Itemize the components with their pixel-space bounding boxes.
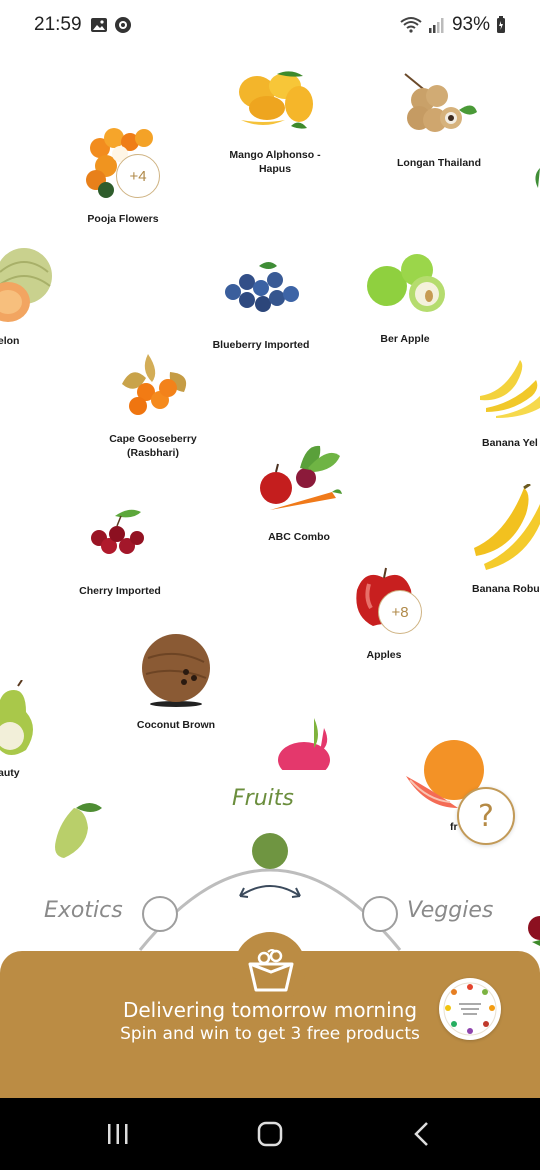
app-notification-icon (115, 17, 131, 33)
longan-image (404, 73, 477, 132)
product-name: melon (0, 335, 20, 347)
product-name: Apples (366, 649, 402, 661)
product-ber-apple[interactable]: Ber Apple (362, 252, 448, 348)
wheel-knob-veggies[interactable] (362, 896, 398, 932)
product-pooja-flowers[interactable]: +4 Pooja Flowers (78, 124, 168, 228)
blueberry-image (225, 262, 299, 312)
gooseberry-image (122, 354, 187, 415)
banana-robusta-image (474, 484, 540, 570)
product-name: Ber Apple (380, 333, 430, 345)
more-badge[interactable]: +8 (378, 590, 422, 634)
category-fruits[interactable]: Fruits (232, 786, 294, 811)
wheel-knob-fruits[interactable] (252, 833, 288, 869)
gallery-icon (91, 18, 107, 32)
product-name: Blueberry Imported (212, 339, 310, 351)
product-name: Longan Thailand (397, 157, 481, 169)
product-name: Pooja Flowers (87, 213, 159, 225)
recents-icon[interactable] (104, 1120, 132, 1148)
status-bar: 21:59 93% (0, 0, 540, 52)
product-dragon-fruit[interactable] (274, 718, 334, 770)
spin-wheel-icon (443, 982, 497, 1036)
product-name: auty (0, 767, 20, 779)
status-right: 93% (400, 14, 506, 36)
product-name: Cape Gooseberry (Rasbhari) (109, 433, 197, 459)
status-time: 21:59 (34, 14, 82, 35)
signal-icon (428, 18, 444, 33)
product-name: Mango Alphonso - Hapus (229, 149, 321, 175)
back-icon[interactable] (410, 1120, 434, 1148)
banana-yelakki-image (480, 360, 540, 418)
dragon-fruit-image (278, 718, 330, 770)
product-coconut[interactable]: Coconut Brown (136, 628, 216, 732)
muskmelon-image (0, 248, 52, 322)
category-veggies[interactable]: Veggies (407, 898, 493, 923)
product-banana-yelakki[interactable]: Banana Yel (476, 352, 540, 452)
product-mango[interactable]: Mango Alphonso - Hapus (229, 66, 321, 178)
spin-wheel-button[interactable] (439, 978, 501, 1040)
help-icon: ? (478, 798, 494, 834)
product-name: Banana Yel (482, 437, 538, 449)
battery-icon (497, 16, 505, 33)
category-exotics[interactable]: Exotics (44, 898, 123, 923)
product-abc-combo[interactable]: ABC Combo (256, 440, 342, 544)
product-name: Cherry Imported (79, 585, 161, 597)
product-muskmelon[interactable]: melon (0, 242, 52, 350)
product-name: Coconut Brown (136, 719, 216, 731)
coconut-image (142, 634, 210, 707)
battery-percent: 93% (451, 14, 490, 35)
product-pear[interactable]: auty (0, 680, 44, 780)
home-icon[interactable] (255, 1120, 285, 1148)
product-cherry[interactable]: Cherry Imported (79, 506, 161, 598)
partial-leaf-icon (535, 168, 540, 188)
notification-icons (90, 16, 132, 34)
pear-image (0, 680, 33, 755)
more-badge[interactable]: +4 (116, 154, 160, 198)
product-banana-robusta[interactable]: Banana Robus (470, 484, 540, 596)
product-name: Banana Robus (472, 583, 540, 595)
wifi-icon (400, 17, 422, 33)
help-button[interactable]: ? (457, 787, 515, 845)
product-apples[interactable]: +8 Apples (346, 564, 422, 662)
product-longan[interactable]: Longan Thailand (396, 70, 482, 170)
basket-icon (248, 949, 294, 992)
system-nav-bar (0, 1098, 540, 1170)
cherry-image (91, 509, 144, 554)
mango-image (239, 71, 313, 129)
product-cape-gooseberry[interactable]: Cape Gooseberry (Rasbhari) (109, 344, 197, 464)
product-blueberry[interactable]: Blueberry Imported (213, 258, 309, 354)
wheel-knob-exotics[interactable] (142, 896, 178, 932)
product-name: ABC Combo (268, 531, 330, 543)
abc-combo-image (260, 445, 342, 510)
ber-apple-image (367, 254, 445, 312)
